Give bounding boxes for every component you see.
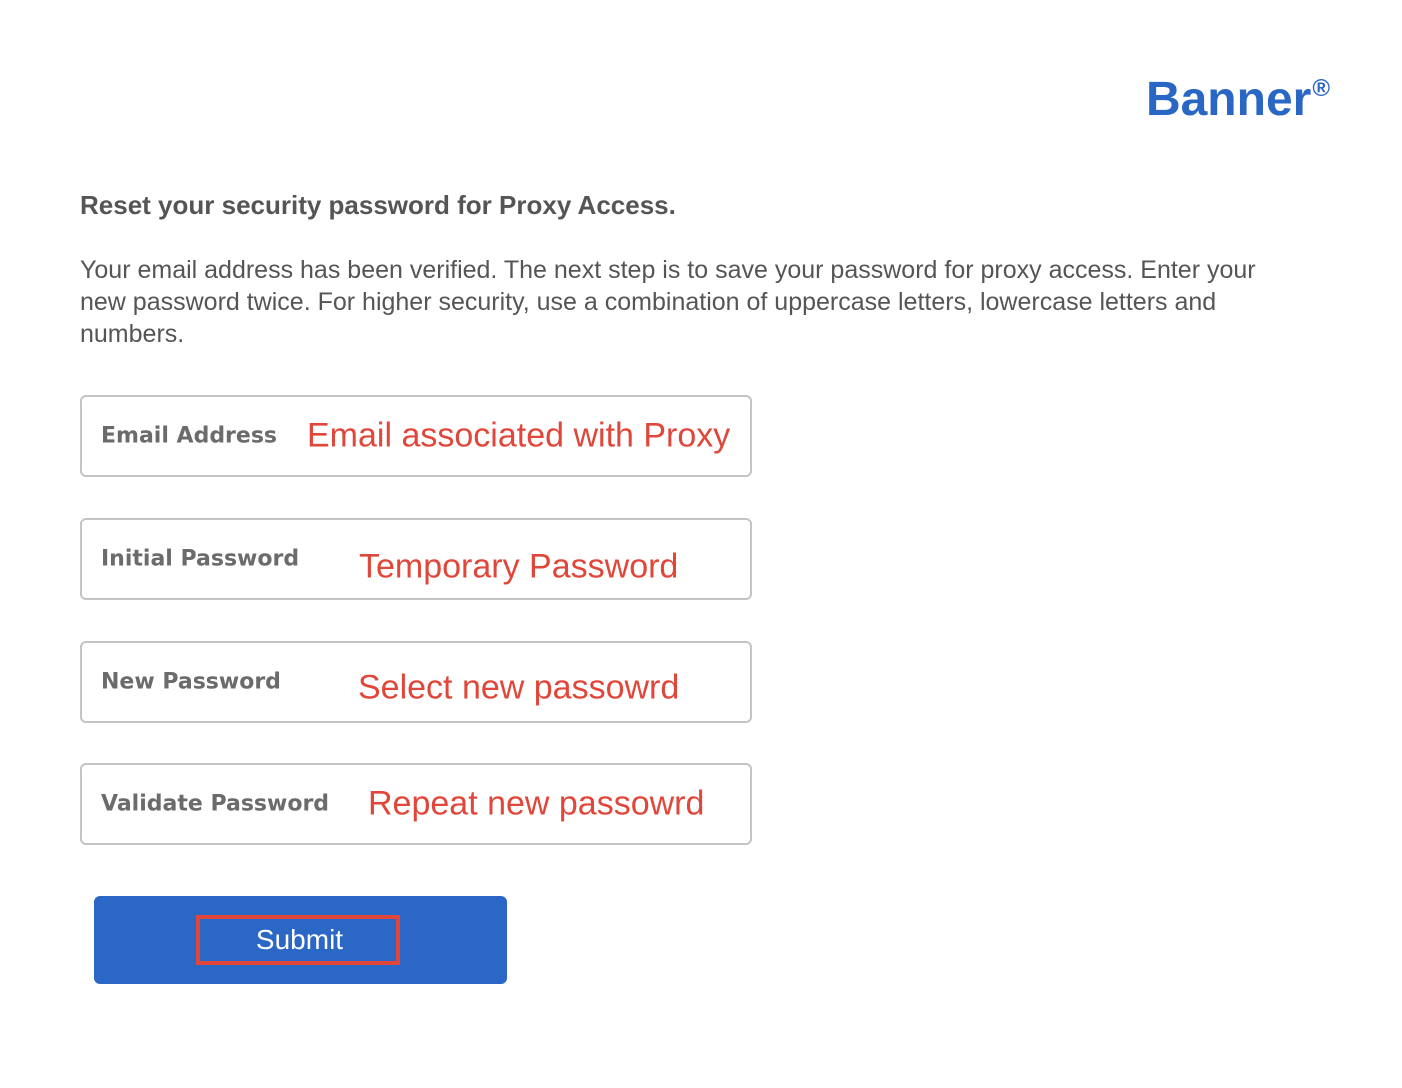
instructions-text: Your email address has been verified. Th… [80, 256, 1256, 348]
validate-password-label: Validate Password [101, 791, 330, 817]
banner-logo: Banner® [1146, 76, 1330, 124]
validate-password-value: Repeat new passowrd [368, 784, 705, 823]
initial-password-value: Temporary Password [359, 547, 679, 586]
submit-button[interactable]: Submit [94, 896, 507, 984]
submit-button-label: Submit [255, 924, 344, 955]
new-password-label: New Password [101, 669, 281, 695]
email-field-value: Email associated with Proxy [307, 416, 731, 455]
email-field[interactable]: Email Address Email associated with Prox… [80, 395, 752, 477]
page-title: Reset your security password for Proxy A… [80, 190, 676, 220]
validate-password-field[interactable]: Validate Password Repeat new passowrd [80, 763, 752, 845]
new-password-value: Select new passowrd [358, 668, 680, 707]
email-field-label: Email Address [101, 423, 278, 449]
registered-mark: ® [1312, 75, 1330, 102]
new-password-field[interactable]: New Password Select new passowrd [80, 641, 752, 723]
logo-text: Banner [1145, 73, 1312, 126]
initial-password-field[interactable]: Initial Password Temporary Password [80, 518, 752, 600]
initial-password-label: Initial Password [101, 546, 300, 572]
